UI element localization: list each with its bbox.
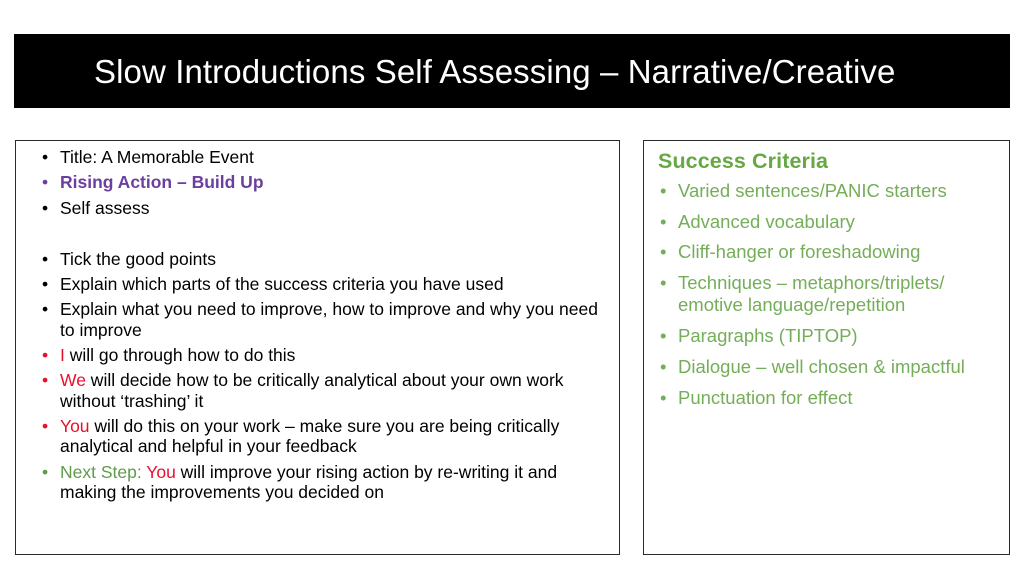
list-item: • You will do this on your work – make su… xyxy=(38,416,609,457)
bullet-dot-icon: • xyxy=(42,147,49,167)
bullet-dot-icon: • xyxy=(42,172,49,193)
list-item: • Explain which parts of the success crit… xyxy=(38,274,609,294)
bullet-dot-icon: • xyxy=(660,210,667,232)
bullet-dot-icon: • xyxy=(42,461,49,482)
bullet-dot-icon: • xyxy=(660,355,667,377)
list-item: • I will go through how to do this xyxy=(38,345,609,365)
list-item-text: will decide how to be critically analyti… xyxy=(60,370,564,411)
bullet-dot-icon: • xyxy=(42,370,49,391)
list-item-text: Techniques – metaphors/triplets/ emotive… xyxy=(678,272,945,316)
list-item-text: Varied sentences/PANIC starters xyxy=(678,179,947,201)
list-item-text: Punctuation for effect xyxy=(678,386,853,408)
slide-title-banner: Slow Introductions Self Assessing – Narr… xyxy=(14,34,1010,108)
list-item: • Varied sentences/PANIC starters xyxy=(658,180,1001,202)
left-content-box: • Title: A Memorable Event • Rising Action … xyxy=(15,140,620,555)
list-item-text: Dialogue – well chosen & impactful xyxy=(678,355,965,377)
page-title: Slow Introductions Self Assessing – Narr… xyxy=(94,52,896,90)
success-criteria-box: Success Criteria • Varied sentences/PANIC… xyxy=(643,140,1010,555)
list-item-text: Rising Action – Build Up xyxy=(60,172,264,193)
list-item-text: Paragraphs (TIPTOP) xyxy=(678,324,858,346)
bullet-dot-icon: • xyxy=(660,272,667,294)
list-item-text: Self assess xyxy=(60,197,150,218)
list-item: • Title: A Memorable Event xyxy=(38,147,609,167)
list-item: • Next Step: You will improve your rising… xyxy=(38,462,609,503)
list-item-text: We xyxy=(60,370,86,391)
list-item-text: You xyxy=(146,461,176,482)
list-item: • Dialogue – well chosen & impactful xyxy=(658,356,1001,378)
bullet-dot-icon: • xyxy=(42,299,49,320)
list-item: • Tick the good points xyxy=(38,249,609,269)
list-item-text: Cliff-hanger or foreshadowing xyxy=(678,241,921,263)
list-item-text: Explain what you need to improve, how to… xyxy=(60,299,598,340)
bullet-dot-icon: • xyxy=(42,248,49,269)
bullet-dot-icon: • xyxy=(660,324,667,346)
list-item-text: will do this on your work – make sure yo… xyxy=(60,415,560,457)
list-item-text: Advanced vocabulary xyxy=(678,210,855,232)
list-item-text: Tick the good points xyxy=(60,248,216,269)
list-item: • Explain what you need to improve, how t… xyxy=(38,299,609,340)
list-item-text: will go through how to do this xyxy=(64,345,296,366)
list-item: • Advanced vocabulary xyxy=(658,211,1001,233)
list-item: • Cliff-hanger or foreshadowing xyxy=(658,241,1001,263)
list-item-text: You xyxy=(60,415,90,436)
bullet-dot-icon: • xyxy=(42,345,49,366)
list-item: • Paragraphs (TIPTOP) xyxy=(658,325,1001,347)
bullet-dot-icon: • xyxy=(660,241,667,263)
bullet-spacer xyxy=(38,223,609,244)
list-item: • Self assess xyxy=(38,198,609,218)
list-item: • Punctuation for effect xyxy=(658,387,1001,409)
list-item: • Techniques – metaphors/triplets/ emotiv… xyxy=(658,272,1001,316)
success-criteria-list: • Varied sentences/PANIC starters • Advance… xyxy=(658,180,1001,409)
list-item: • We will decide how to be critically ana… xyxy=(38,370,609,411)
success-criteria-heading: Success Criteria xyxy=(658,149,829,173)
bullet-dot-icon: • xyxy=(660,386,667,408)
list-item-text: Next Step: xyxy=(60,461,147,482)
list-item-text: Title: A Memorable Event xyxy=(60,147,254,167)
slide-canvas: Slow Introductions Self Assessing – Narr… xyxy=(0,0,1024,576)
bullet-dot-icon: • xyxy=(42,415,49,436)
bullet-dot-icon: • xyxy=(42,197,49,218)
left-bullet-list: • Title: A Memorable Event • Rising Action … xyxy=(38,147,609,502)
list-item-text: Explain which parts of the success crite… xyxy=(60,274,504,295)
bullet-dot-icon: • xyxy=(42,274,49,295)
bullet-dot-icon: • xyxy=(660,179,667,201)
list-item: • Rising Action – Build Up xyxy=(38,172,609,192)
